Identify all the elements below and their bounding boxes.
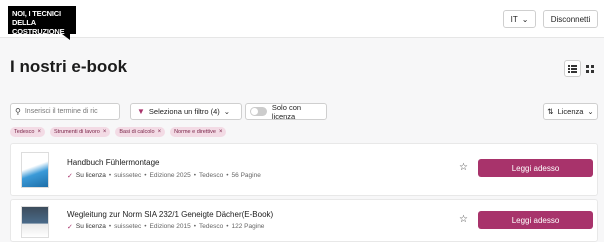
filter-chip[interactable]: Basi di calcolo × bbox=[115, 127, 166, 137]
book-title[interactable]: Wegleitung zur Norm SIA 232/1 Geneigte D… bbox=[67, 210, 273, 219]
sort-label: Licenza bbox=[557, 107, 584, 116]
chip-label: Basi di calcolo bbox=[119, 129, 155, 135]
separator: • bbox=[108, 223, 112, 230]
book-language: Tedesco bbox=[199, 172, 224, 179]
search-placeholder: Inserisci il termine di ric bbox=[24, 108, 98, 115]
filter-chip[interactable]: Norme e direttive × bbox=[170, 127, 227, 137]
read-now-button[interactable]: Leggi adesso bbox=[478, 159, 593, 177]
check-icon: ✓ bbox=[67, 173, 73, 180]
publisher: suissetec bbox=[114, 223, 142, 230]
close-icon[interactable]: × bbox=[219, 129, 223, 135]
page-count: 122 Pagine bbox=[231, 223, 265, 230]
book-meta: ✓ Su licenza • suissetec • Edizione 2015… bbox=[67, 223, 264, 231]
book-title[interactable]: Handbuch Fühlermontage bbox=[67, 158, 160, 167]
search-icon: ⚲ bbox=[15, 107, 21, 116]
book-meta: ✓ Su licenza • suissetec • Edizione 2025… bbox=[67, 172, 261, 180]
chip-label: Tedesco bbox=[14, 129, 35, 135]
brand-logo[interactable]: NOI, I TECNICI DELLA COSTRUZIONE bbox=[8, 6, 76, 40]
check-icon: ✓ bbox=[67, 224, 73, 231]
separator: • bbox=[226, 172, 229, 179]
search-input[interactable]: ⚲ Inserisci il termine di ric bbox=[10, 103, 120, 120]
license-status: Su licenza bbox=[75, 223, 106, 230]
license-only-toggle[interactable]: Solo con licenza bbox=[245, 102, 327, 121]
filter-chip[interactable]: Strumenti di lavoro × bbox=[50, 127, 111, 137]
close-icon[interactable]: × bbox=[103, 129, 107, 135]
active-filter-chips: Tedesco × Strumenti di lavoro × Basi di ca… bbox=[10, 127, 227, 137]
separator: • bbox=[108, 172, 112, 179]
page-title: I nostri e-book bbox=[10, 57, 128, 76]
book-cover[interactable] bbox=[21, 206, 49, 238]
logo-line-2: DELLA COSTRUZIONE bbox=[12, 18, 65, 36]
separator: • bbox=[144, 223, 147, 230]
toggle-switch[interactable] bbox=[250, 107, 267, 116]
view-toggle bbox=[564, 60, 598, 77]
book-cover[interactable] bbox=[21, 152, 49, 188]
publisher: suissetec bbox=[114, 172, 142, 179]
chip-label: Norme e direttive bbox=[174, 129, 216, 135]
chevron-down-icon: ⌄ bbox=[587, 107, 594, 116]
top-bar: NOI, I TECNICI DELLA COSTRUZIONE IT ⌄ Di… bbox=[0, 0, 604, 40]
logo-line-1: NOI, I TECNICI bbox=[12, 9, 61, 18]
chip-label: Strumenti di lavoro bbox=[54, 129, 100, 135]
separator: • bbox=[193, 223, 197, 230]
filter-button[interactable]: ▼ Seleziona un filtro (4) ⌄ bbox=[130, 103, 242, 120]
language-selector[interactable]: IT ⌄ bbox=[503, 10, 536, 28]
filter-label: Seleziona un filtro (4) bbox=[148, 107, 220, 116]
close-icon[interactable]: × bbox=[158, 129, 162, 135]
ebook-row: Handbuch Fühlermontage ✓ Su licenza • su… bbox=[10, 143, 598, 196]
license-only-label: Solo con licenza bbox=[271, 102, 302, 121]
page-count: 56 Pagine bbox=[231, 172, 261, 179]
grid-view-icon[interactable] bbox=[581, 60, 598, 77]
separator: • bbox=[226, 223, 229, 230]
separator: • bbox=[144, 172, 147, 179]
filter-chip[interactable]: Tedesco × bbox=[10, 127, 46, 137]
funnel-icon: ▼ bbox=[137, 107, 145, 116]
star-icon[interactable]: ☆ bbox=[459, 162, 468, 173]
ebook-row: Wegleitung zur Norm SIA 232/1 Geneigte D… bbox=[10, 199, 598, 242]
edition: Edizione 2015 bbox=[149, 223, 191, 230]
chevron-down-icon: ⌄ bbox=[223, 107, 231, 116]
read-now-button[interactable]: Leggi adesso bbox=[478, 211, 593, 229]
chevron-down-icon: ⌄ bbox=[521, 14, 529, 24]
disconnect-button[interactable]: Disconnetti bbox=[543, 10, 598, 28]
sort-icon: ⇅ bbox=[547, 107, 554, 116]
close-icon[interactable]: × bbox=[38, 129, 42, 135]
language-value: IT bbox=[510, 14, 518, 24]
license-status: Su licenza bbox=[75, 172, 106, 179]
edition: Edizione 2025 bbox=[149, 172, 191, 179]
star-icon[interactable]: ☆ bbox=[459, 214, 468, 225]
list-view-icon[interactable] bbox=[564, 60, 581, 77]
sort-button[interactable]: ⇅ Licenza ⌄ bbox=[543, 103, 598, 120]
book-language: Tedesco bbox=[199, 223, 224, 230]
separator: • bbox=[193, 172, 197, 179]
